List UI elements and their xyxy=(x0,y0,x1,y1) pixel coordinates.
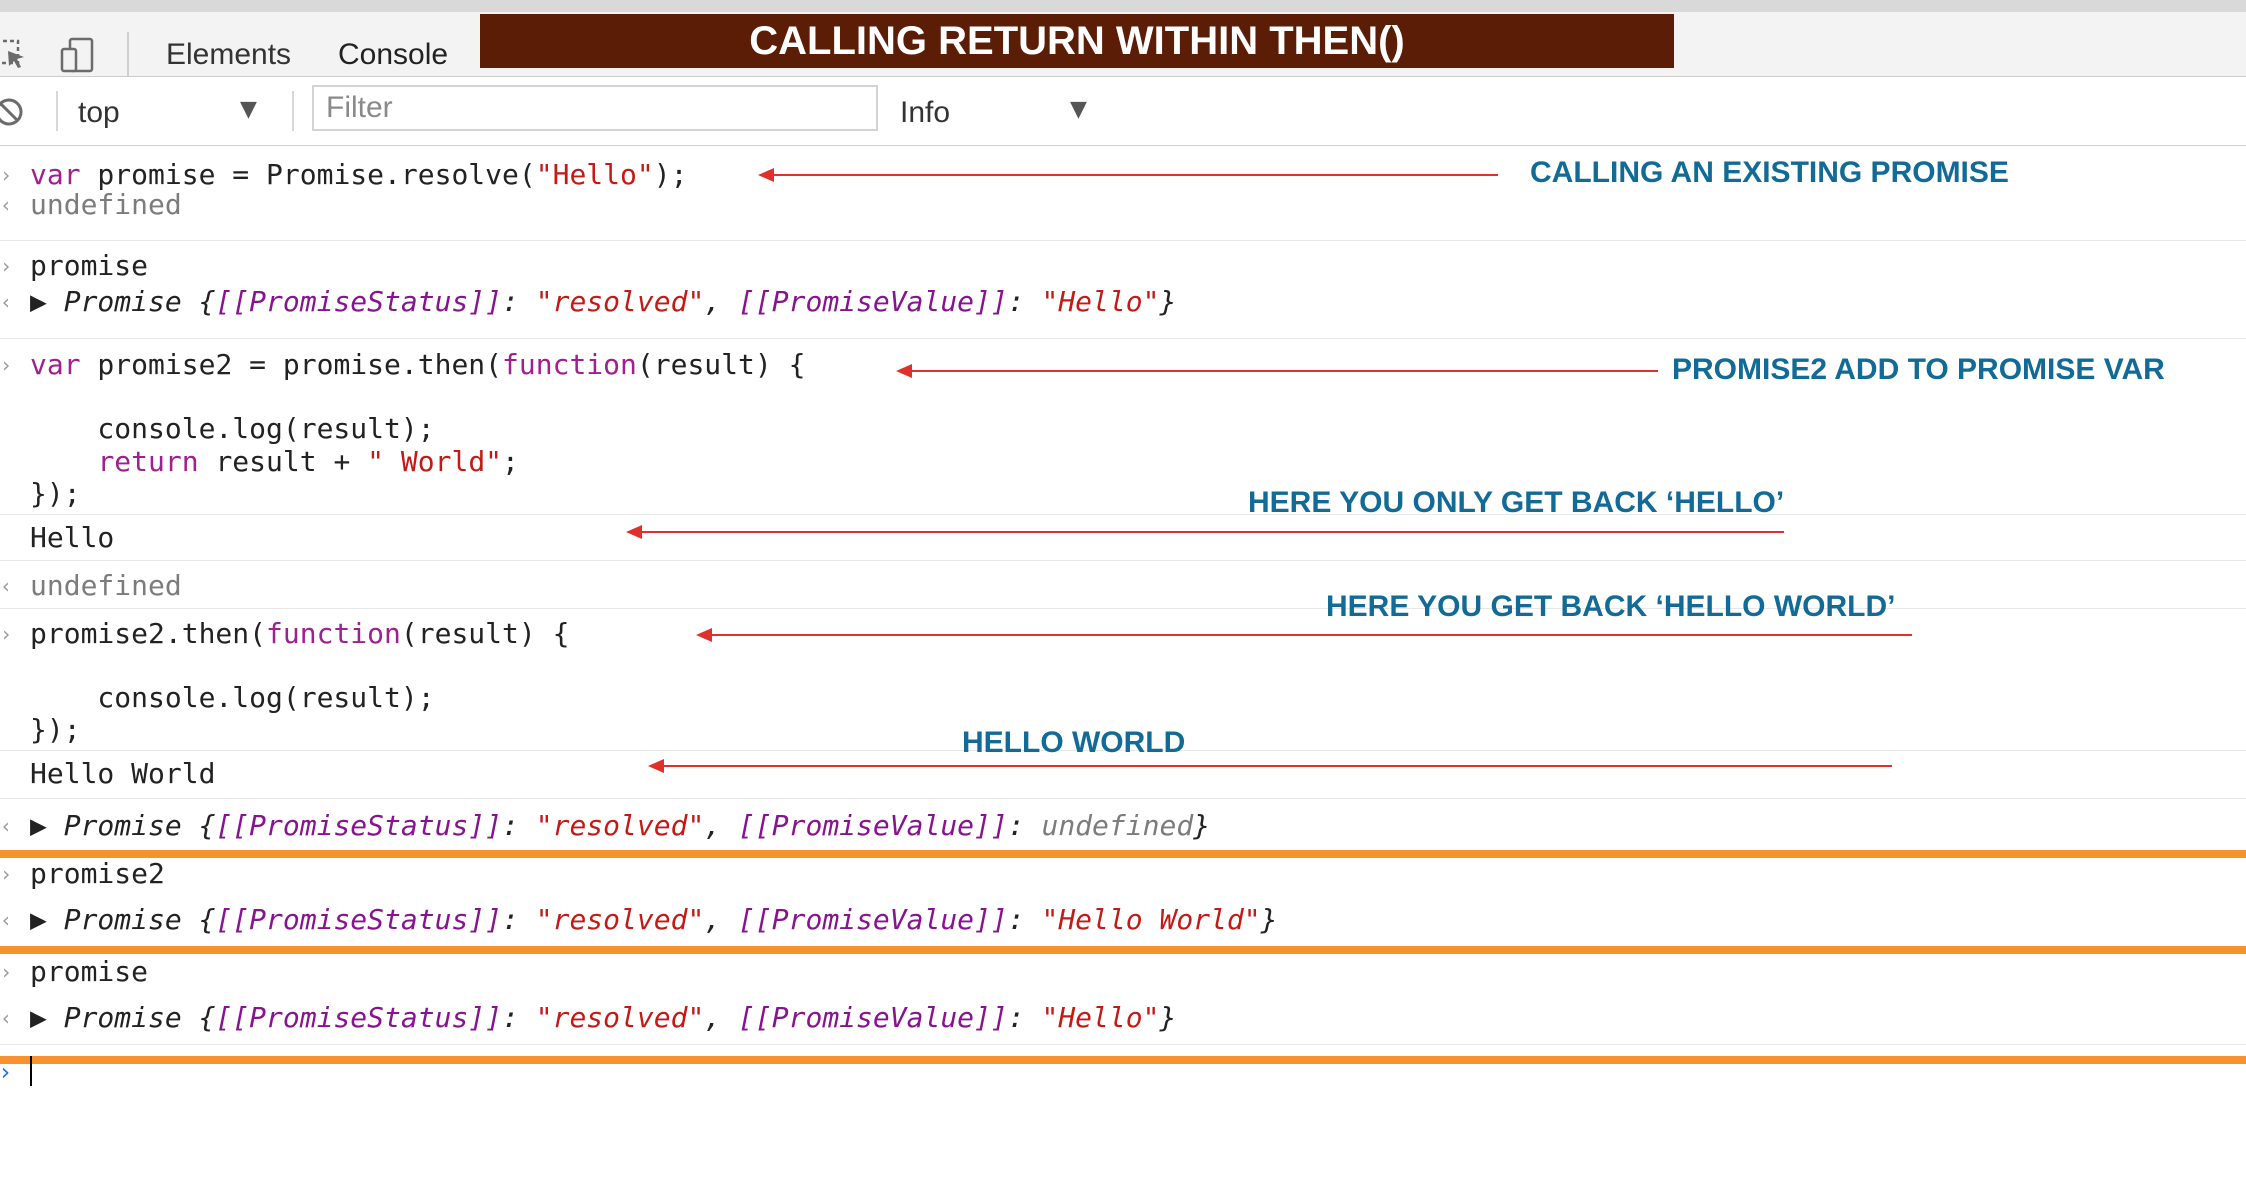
input-prompt-icon: › xyxy=(0,353,13,377)
result-prompt-icon: ‹ xyxy=(0,290,13,314)
promise-object-line[interactable]: ▶ Promise {[[PromiseStatus]]: "resolved"… xyxy=(30,810,1210,842)
console-input-line: }); xyxy=(30,477,81,510)
input-prompt-icon: › xyxy=(0,622,13,646)
annotation-arrow-line xyxy=(910,370,1658,372)
line-separator xyxy=(0,608,2246,609)
console-result-line: undefined xyxy=(30,569,182,602)
annotation-label: HELLO WORLD xyxy=(962,726,1186,759)
line-separator xyxy=(0,798,2246,799)
annotation-arrow-line xyxy=(662,765,1892,767)
chevron-down-icon[interactable]: ▼ xyxy=(240,97,257,122)
console-output: › var promise = Promise.resolve("Hello")… xyxy=(0,146,2246,1204)
line-separator xyxy=(0,560,2246,561)
annotation-label: PROMISE2 ADD TO PROMISE VAR xyxy=(1672,353,2165,386)
console-input-line: console.log(result); xyxy=(30,681,435,714)
inspect-cursor-icon[interactable] xyxy=(0,37,30,73)
line-separator xyxy=(0,240,2246,241)
input-prompt-icon: › xyxy=(0,960,13,984)
annotation-arrow-line xyxy=(772,174,1498,176)
console-input-line: promise xyxy=(30,249,149,282)
filter-separator xyxy=(292,91,294,131)
context-selector[interactable]: top xyxy=(78,96,120,130)
console-input-line: }); xyxy=(30,713,81,746)
annotation-label: CALLING AN EXISTING PROMISE xyxy=(1530,156,2009,189)
highlight-rule xyxy=(0,1056,2246,1064)
line-separator xyxy=(0,514,2246,515)
annotation-arrow-line xyxy=(710,634,1912,636)
title-banner: CALLING RETURN WITHIN THEN() xyxy=(480,14,1674,68)
console-result-line: undefined xyxy=(30,188,182,221)
promise-object-line[interactable]: ▶ Promise {[[PromiseStatus]]: "resolved"… xyxy=(30,1002,1176,1034)
highlight-rule xyxy=(0,946,2246,954)
line-separator xyxy=(0,338,2246,339)
arrow-head-icon xyxy=(626,525,642,539)
highlight-rule xyxy=(0,850,2246,858)
chevron-down-icon[interactable]: ▼ xyxy=(1070,97,1087,122)
promise-object-line[interactable]: ▶ Promise {[[PromiseStatus]]: "resolved"… xyxy=(30,286,1176,318)
input-prompt-icon: › xyxy=(0,862,13,886)
console-input-line: promise xyxy=(30,955,149,988)
console-input-line: promise2.then(function(result) { xyxy=(30,617,570,650)
result-prompt-icon: ‹ xyxy=(0,193,13,217)
annotation-label: HERE YOU GET BACK ‘HELLO WORLD’ xyxy=(1326,590,1896,623)
console-input-line: var promise2 = promise.then(function(res… xyxy=(30,348,806,381)
console-input-line: return result + " World"; xyxy=(97,445,519,478)
promise-object-line[interactable]: ▶ Promise {[[PromiseStatus]]: "resolved"… xyxy=(30,904,1277,936)
result-prompt-icon: ‹ xyxy=(0,1006,13,1030)
arrow-head-icon xyxy=(896,364,912,378)
annotation-arrow-line xyxy=(640,531,1784,533)
line-separator xyxy=(0,1044,2246,1045)
arrow-head-icon xyxy=(648,759,664,773)
result-prompt-icon: ‹ xyxy=(0,574,13,598)
annotation-label: HERE YOU ONLY GET BACK ‘HELLO’ xyxy=(1248,486,1785,519)
clear-console-icon[interactable] xyxy=(0,97,24,127)
console-input-caret[interactable] xyxy=(30,1056,32,1086)
console-filter-bar: top ▼ Info ▼ xyxy=(0,77,2246,146)
filter-separator xyxy=(56,91,58,131)
filter-input[interactable] xyxy=(312,85,878,131)
console-input-line: promise2 xyxy=(30,857,165,890)
chevron-right-icon: › xyxy=(0,1058,12,1086)
arrow-head-icon xyxy=(696,628,712,642)
device-toggle-icon[interactable] xyxy=(60,37,96,73)
window-top-strip xyxy=(0,0,2246,12)
console-log-line: Hello xyxy=(30,521,115,554)
input-prompt-icon: › xyxy=(0,254,13,278)
console-log-line: Hello World xyxy=(30,757,216,790)
console-input-line: console.log(result); xyxy=(30,412,435,445)
result-prompt-icon: ‹ xyxy=(0,908,13,932)
tab-elements[interactable]: Elements xyxy=(166,38,291,72)
console-input-line: var promise = Promise.resolve("Hello"); xyxy=(30,158,688,191)
result-prompt-icon: ‹ xyxy=(0,814,13,838)
toolbar-separator xyxy=(127,32,129,76)
log-level-selector[interactable]: Info xyxy=(900,96,950,130)
tab-console[interactable]: Console xyxy=(338,38,448,72)
input-prompt-icon: › xyxy=(0,163,13,187)
arrow-head-icon xyxy=(758,168,774,182)
